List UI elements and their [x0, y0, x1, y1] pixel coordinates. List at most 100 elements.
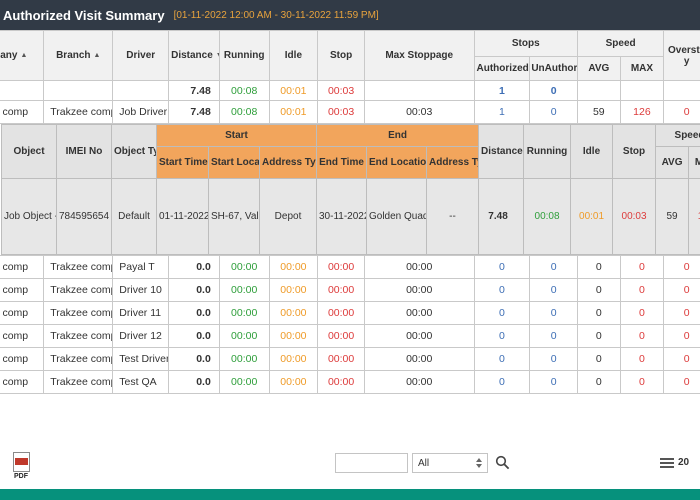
detail-cell-object: Job Object - Job Object — [2, 179, 57, 255]
cell-running: 00:00 — [219, 371, 269, 394]
summary-cell-idle: 00:01 — [269, 81, 318, 101]
cell-max: 126 — [620, 101, 664, 124]
col-header-label: Stop — [330, 50, 352, 61]
cell-overstay: 0 — [664, 256, 700, 279]
summary-cell-max — [620, 81, 664, 101]
summary-cell-authorized: 1 — [474, 81, 530, 101]
cell-overstay: 0 — [664, 302, 700, 325]
search-input[interactable] — [335, 453, 408, 473]
col-header-authorized[interactable]: Authorized — [474, 57, 530, 81]
pdf-export-button[interactable]: PDF — [8, 452, 34, 480]
detail-cell-end_time: 30-11-2022 11:59:00 PM — [317, 179, 367, 255]
detail-col-header-max: MAX — [689, 147, 700, 179]
cell-max_stoppage: 00:00 — [364, 256, 474, 279]
cell-idle: 00:00 — [269, 279, 318, 302]
cell-max: 0 — [620, 279, 664, 302]
cell-stop: 00:00 — [318, 302, 365, 325]
detail-col-header-start_group: Start — [157, 125, 317, 147]
detail-col-header-running: Running — [524, 125, 571, 179]
pdf-export-label: PDF — [8, 473, 34, 480]
cell-unauthorized: 0 — [530, 302, 578, 325]
cell-authorized: 0 — [474, 371, 530, 394]
search-button[interactable] — [495, 455, 510, 473]
detail-cell-object_type: Default — [112, 179, 157, 255]
cell-idle: 00:00 — [269, 371, 318, 394]
cell-max_stoppage: 00:00 — [364, 371, 474, 394]
report-date-range: [01-11-2022 12:00 AM - 30-11-2022 11:59 … — [174, 9, 379, 21]
table-row[interactable]: Trakzee compTrakzee compDriver 100.000:0… — [0, 279, 700, 302]
col-header-branch[interactable]: Branch▲ — [44, 31, 113, 81]
cell-distance: 0.0 — [169, 302, 220, 325]
cell-authorized: 0 — [474, 302, 530, 325]
col-header-label: Driver — [126, 50, 155, 61]
cell-avg: 0 — [578, 371, 621, 394]
detail-col-header-avg: AVG — [656, 147, 689, 179]
col-header-label: Idle — [285, 50, 302, 61]
summary-cell-unauthorized: 0 — [530, 81, 578, 101]
cell-max: 0 — [620, 325, 664, 348]
cell-company: Trakzee comp — [0, 302, 44, 325]
cell-overstay: 0 — [664, 348, 700, 371]
table-row[interactable]: Trakzee compTrakzee compTest Driver0.000… — [0, 348, 700, 371]
col-header-speed_group[interactable]: Speed — [578, 31, 664, 57]
col-header-label: Running — [224, 50, 265, 61]
table-row[interactable]: Trakzee compTrakzee compDriver 120.000:0… — [0, 325, 700, 348]
detail-row: Job Object - Job Object784595654123Defau… — [2, 179, 700, 255]
cell-driver: Test Driver — [113, 348, 169, 371]
cell-authorized: 0 — [474, 279, 530, 302]
detail-cell-imei: 784595654123 — [57, 179, 112, 255]
cell-avg: 59 — [578, 101, 621, 124]
report-title: Authorized Visit Summary — [3, 8, 165, 23]
cell-driver: Driver 10 — [113, 279, 169, 302]
col-header-running[interactable]: Running — [219, 31, 269, 81]
summary-cell-branch — [44, 81, 113, 101]
cell-branch: Trakzee comp — [44, 279, 113, 302]
col-header-stops_group[interactable]: Stops — [474, 31, 578, 57]
cell-unauthorized: 0 — [530, 325, 578, 348]
col-header-distance[interactable]: Distance▼ — [169, 31, 220, 81]
col-header-company[interactable]: Company▲ — [0, 31, 44, 81]
col-header-max_stoppage[interactable]: Max Stoppage — [364, 31, 474, 81]
col-header-driver[interactable]: Driver — [113, 31, 169, 81]
cell-stop: 00:00 — [318, 371, 365, 394]
cell-branch: Trakzee comp — [44, 101, 113, 124]
cell-max_stoppage: 00:00 — [364, 302, 474, 325]
table-row[interactable]: Trakzee compTrakzee compPayal T0.000:000… — [0, 256, 700, 279]
table-row[interactable]: Trakzee compTrakzee compTest QA0.000:000… — [0, 371, 700, 394]
cell-distance: 0.0 — [169, 279, 220, 302]
cell-distance: 0.0 — [169, 371, 220, 394]
col-header-label: Max Stoppage — [385, 50, 453, 61]
detail-cell-running: 00:08 — [524, 179, 571, 255]
cell-distance: 7.48 — [169, 101, 220, 124]
cell-avg: 0 — [578, 348, 621, 371]
filter-selected-value: All — [418, 458, 429, 469]
col-header-avg[interactable]: AVG — [578, 57, 621, 81]
cell-idle: 00:00 — [269, 325, 318, 348]
detail-cell-start_address_type: Depot — [260, 179, 317, 255]
search-icon — [495, 455, 510, 470]
cell-avg: 0 — [578, 279, 621, 302]
col-header-label: Company — [0, 50, 17, 61]
detail-col-header-imei: IMEI No — [57, 125, 112, 179]
table-row[interactable]: Trakzee compTrakzee compJob Driver7.4800… — [0, 101, 700, 124]
col-header-stop[interactable]: Stop — [318, 31, 365, 81]
cell-driver: Test QA — [113, 371, 169, 394]
detail-col-header-end_location: End Location — [367, 147, 427, 179]
select-arrows-icon — [476, 458, 482, 468]
col-header-label: Overstay — [668, 45, 700, 67]
rows-per-page-control[interactable]: 20 — [660, 457, 689, 468]
detail-cell-idle: 00:01 — [571, 179, 613, 255]
col-header-max[interactable]: MAX — [620, 57, 664, 81]
filter-select[interactable]: All — [412, 453, 488, 473]
cell-branch: Trakzee comp — [44, 325, 113, 348]
col-header-label: Branch — [56, 50, 90, 61]
cell-driver: Driver 12 — [113, 325, 169, 348]
footer-bar: PDF All 20 — [0, 450, 700, 488]
cell-stop: 00:00 — [318, 279, 365, 302]
col-header-overstay[interactable]: Overstay — [664, 31, 700, 81]
sort-asc-icon: ▲ — [20, 52, 27, 59]
table-row[interactable]: Trakzee compTrakzee compDriver 110.000:0… — [0, 302, 700, 325]
col-header-idle[interactable]: Idle — [269, 31, 318, 81]
col-header-unauthorized[interactable]: UnAuthorized — [530, 57, 578, 81]
detail-col-header-end_time: End Time — [317, 147, 367, 179]
